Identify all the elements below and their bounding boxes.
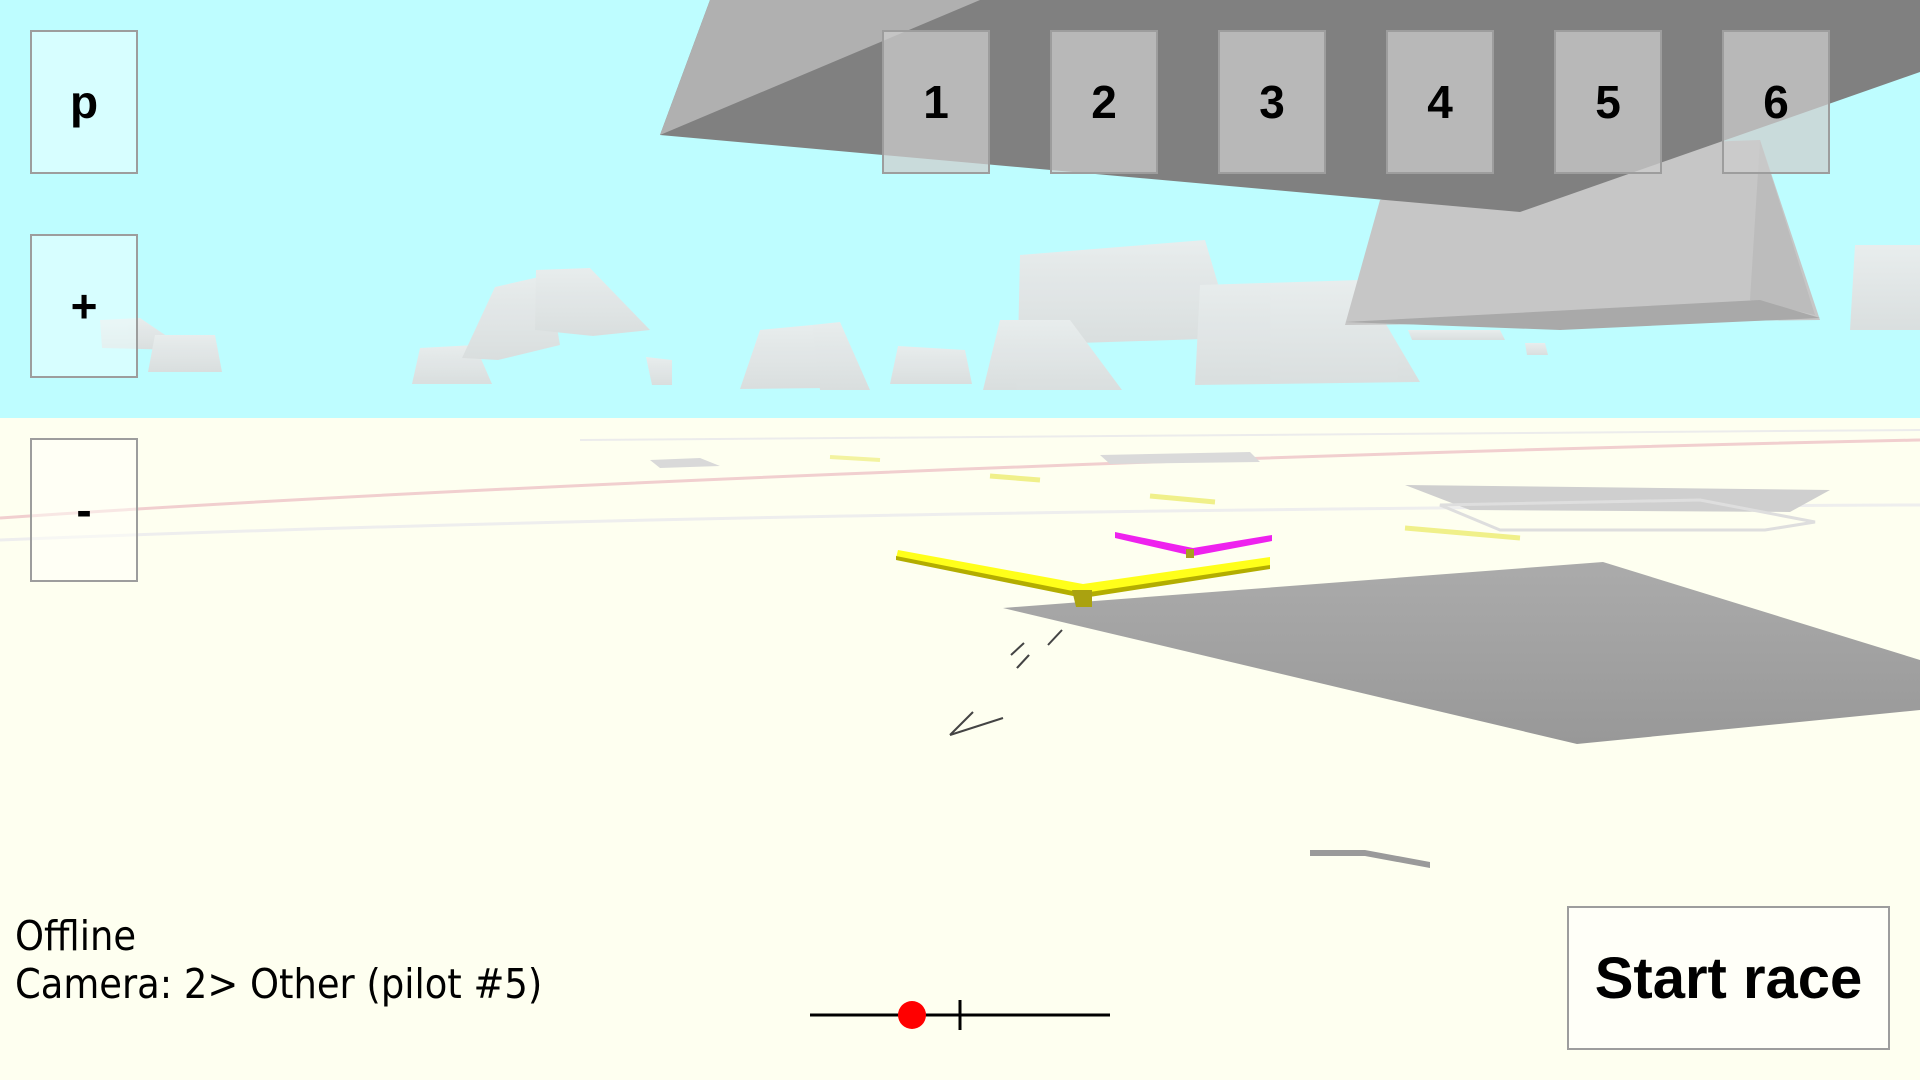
camera-button-6[interactable]: 6 xyxy=(1722,30,1830,174)
minus-icon: - xyxy=(76,484,92,536)
pause-label: p xyxy=(69,76,99,128)
camera-button-label: 3 xyxy=(1259,76,1285,128)
camera-button-label: 1 xyxy=(923,76,949,128)
camera-button-label: 5 xyxy=(1595,76,1621,128)
camera-button-1[interactable]: 1 xyxy=(882,30,990,174)
control-slider[interactable] xyxy=(810,990,1110,1040)
camera-button-2[interactable]: 2 xyxy=(1050,30,1158,174)
zoom-out-button[interactable]: - xyxy=(30,438,138,582)
camera-button-label: 2 xyxy=(1091,76,1117,128)
camera-button-3[interactable]: 3 xyxy=(1218,30,1326,174)
zoom-in-button[interactable]: + xyxy=(30,234,138,378)
camera-status: Camera: 2> Other (pilot #5) xyxy=(15,960,543,1008)
camera-button-label: 6 xyxy=(1763,76,1789,128)
connection-status: Offline xyxy=(15,912,137,960)
camera-button-5[interactable]: 5 xyxy=(1554,30,1662,174)
camera-button-4[interactable]: 4 xyxy=(1386,30,1494,174)
pause-button[interactable]: p xyxy=(30,30,138,174)
camera-button-label: 4 xyxy=(1427,76,1453,128)
start-race-label: Start race xyxy=(1594,945,1863,1011)
start-race-button[interactable]: Start race xyxy=(1567,906,1890,1050)
slider-marker[interactable] xyxy=(898,1001,926,1029)
plus-icon: + xyxy=(70,280,98,332)
